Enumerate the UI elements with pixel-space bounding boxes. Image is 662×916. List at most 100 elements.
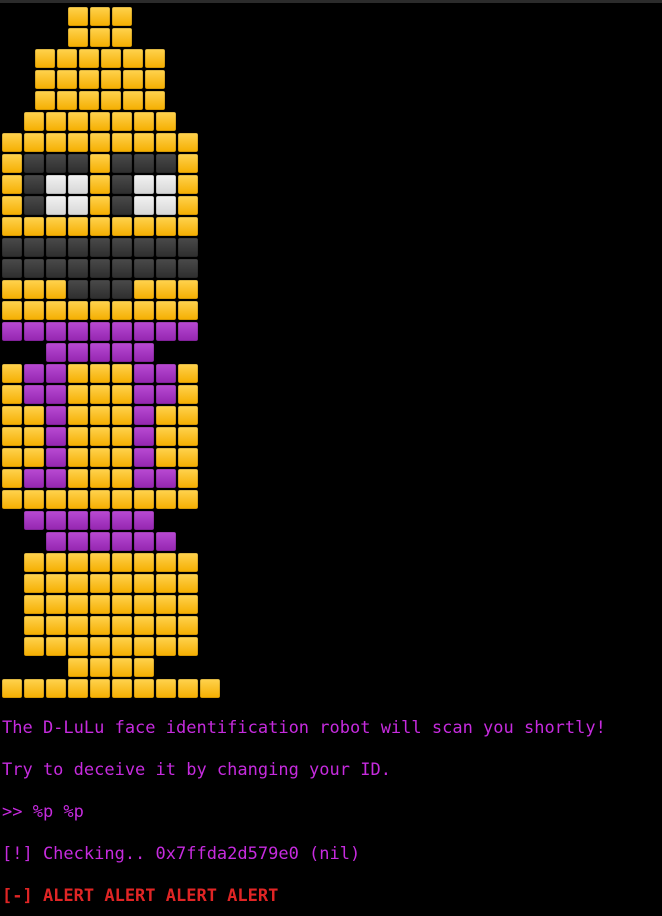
robot-block-purple: [133, 363, 155, 384]
robot-block-yellow: [23, 594, 45, 615]
robot-ascii-art: [1, 6, 221, 699]
robot-block-yellow: [111, 468, 133, 489]
robot-block-dark: [155, 153, 177, 174]
robot-block-yellow: [23, 447, 45, 468]
robot-block-white: [67, 195, 89, 216]
robot-block-yellow: [45, 300, 67, 321]
robot-block-yellow: [111, 111, 133, 132]
robot-block-dark: [23, 195, 45, 216]
robot-block-yellow: [133, 594, 155, 615]
robot-block-yellow: [111, 447, 133, 468]
robot-block-yellow: [34, 90, 56, 111]
robot-block-purple: [111, 531, 133, 552]
robot-block-yellow: [155, 111, 177, 132]
robot-block-yellow: [89, 636, 111, 657]
robot-block-yellow: [111, 300, 133, 321]
robot-block-yellow: [45, 615, 67, 636]
robot-block-yellow: [177, 447, 199, 468]
robot-block-yellow: [67, 111, 89, 132]
robot-block-yellow: [89, 573, 111, 594]
input-prompt-line[interactable]: >> %p %p: [2, 802, 84, 822]
robot-block-yellow: [1, 489, 23, 510]
terminal-window[interactable]: The D-LuLu face identification robot wil…: [0, 0, 662, 916]
robot-block-white: [45, 195, 67, 216]
robot-block-yellow: [133, 636, 155, 657]
robot-block-dark: [45, 258, 67, 279]
robot-block-dark: [111, 279, 133, 300]
robot-block-yellow: [155, 426, 177, 447]
robot-block-purple: [133, 384, 155, 405]
robot-block-yellow: [177, 132, 199, 153]
robot-block-yellow: [67, 657, 89, 678]
robot-block-dark: [1, 258, 23, 279]
robot-block-white: [67, 174, 89, 195]
robot-block-yellow: [1, 216, 23, 237]
robot-block-yellow: [89, 594, 111, 615]
robot-block-purple: [111, 342, 133, 363]
robot-block-yellow: [133, 216, 155, 237]
robot-block-yellow: [155, 405, 177, 426]
robot-block-purple: [89, 510, 111, 531]
robot-block-yellow: [1, 174, 23, 195]
robot-block-purple: [67, 342, 89, 363]
robot-block-yellow: [67, 384, 89, 405]
robot-block-purple: [89, 321, 111, 342]
robot-block-dark: [177, 237, 199, 258]
robot-block-yellow: [133, 573, 155, 594]
robot-block-yellow: [1, 153, 23, 174]
robot-block-purple: [133, 447, 155, 468]
robot-block-yellow: [67, 132, 89, 153]
robot-block-yellow: [89, 6, 111, 27]
robot-block-purple: [45, 468, 67, 489]
robot-block-yellow: [133, 552, 155, 573]
robot-block-yellow: [89, 111, 111, 132]
checking-status: [!] Checking.. 0x7ffda2d579e0 (nil): [2, 844, 361, 864]
robot-block-purple: [89, 531, 111, 552]
robot-block-yellow: [111, 636, 133, 657]
robot-block-purple: [155, 531, 177, 552]
robot-block-yellow: [45, 111, 67, 132]
robot-block-yellow: [155, 489, 177, 510]
robot-block-yellow: [67, 216, 89, 237]
robot-block-yellow: [155, 132, 177, 153]
robot-block-yellow: [155, 678, 177, 699]
robot-block-yellow: [111, 489, 133, 510]
robot-block-yellow: [89, 384, 111, 405]
robot-block-yellow: [111, 426, 133, 447]
robot-block-yellow: [177, 615, 199, 636]
robot-block-yellow: [67, 6, 89, 27]
robot-block-yellow: [1, 468, 23, 489]
robot-block-yellow: [133, 279, 155, 300]
robot-block-yellow: [67, 27, 89, 48]
robot-block-yellow: [89, 363, 111, 384]
robot-block-purple: [45, 405, 67, 426]
robot-block-dark: [89, 279, 111, 300]
robot-block-purple: [111, 510, 133, 531]
robot-block-yellow: [111, 657, 133, 678]
robot-block-yellow: [23, 426, 45, 447]
alert-message: [-] ALERT ALERT ALERT ALERT: [2, 886, 279, 906]
robot-block-yellow: [111, 552, 133, 573]
robot-block-yellow: [177, 405, 199, 426]
robot-block-dark: [23, 258, 45, 279]
robot-block-yellow: [155, 300, 177, 321]
robot-block-yellow: [100, 69, 122, 90]
robot-block-yellow: [89, 552, 111, 573]
robot-block-yellow: [67, 363, 89, 384]
robot-block-yellow: [133, 111, 155, 132]
robot-block-yellow: [23, 405, 45, 426]
robot-block-yellow: [111, 363, 133, 384]
robot-block-yellow: [122, 48, 144, 69]
robot-block-yellow: [177, 195, 199, 216]
robot-block-dark: [23, 237, 45, 258]
robot-block-dark: [67, 153, 89, 174]
robot-block-dark: [45, 153, 67, 174]
robot-block-yellow: [1, 405, 23, 426]
robot-block-purple: [155, 321, 177, 342]
robot-block-yellow: [133, 678, 155, 699]
robot-block-yellow: [1, 363, 23, 384]
robot-block-dark: [111, 195, 133, 216]
robot-block-yellow: [89, 405, 111, 426]
robot-block-yellow: [23, 216, 45, 237]
robot-block-purple: [111, 321, 133, 342]
